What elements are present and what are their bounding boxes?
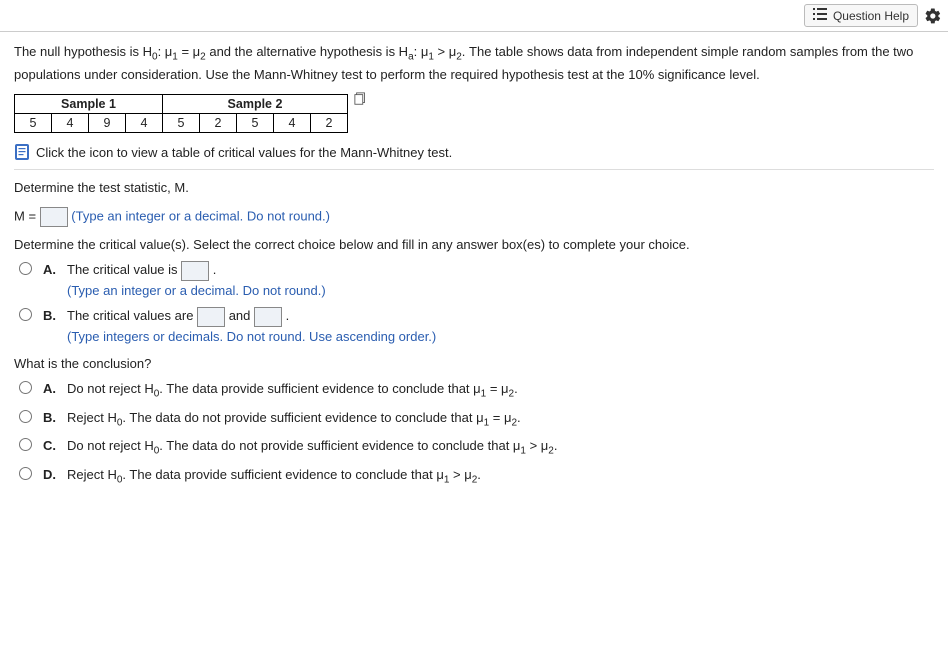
- list-icon: [813, 8, 827, 23]
- opt-text: = μ: [489, 410, 511, 425]
- opt-text: Do not reject H: [67, 381, 154, 396]
- opt-text: .: [517, 410, 521, 425]
- top-bar: Question Help: [0, 0, 948, 32]
- prompt-text: The null hypothesis is H: [14, 44, 152, 59]
- opt-hint: (Type an integer or a decimal. Do not ro…: [67, 281, 934, 301]
- reference-doc-icon[interactable]: [14, 143, 30, 161]
- conclusion-radio-d[interactable]: [19, 467, 32, 480]
- option-letter: B.: [43, 408, 59, 428]
- test-statistic-prompt: Determine the test statistic, M.: [14, 180, 934, 195]
- critval-radio-b[interactable]: [19, 308, 32, 321]
- question-help-label: Question Help: [833, 9, 909, 23]
- conclusion-section: What is the conclusion? A. Do not reject…: [14, 356, 934, 487]
- conclusion-radio-a[interactable]: [19, 381, 32, 394]
- separator: [14, 169, 934, 170]
- cell: 5: [163, 114, 200, 133]
- conclusion-option-b: B. Reject H0. The data do not provide su…: [14, 408, 934, 431]
- cell: 5: [15, 114, 52, 133]
- prompt-text: : μ: [158, 44, 173, 59]
- m-value-input[interactable]: [40, 207, 68, 227]
- critical-value-section: Determine the critical value(s). Select …: [14, 237, 934, 346]
- option-letter: A.: [43, 260, 59, 280]
- data-table-wrap: Sample 1 Sample 2 5 4 9 4 5 2 5 4 2: [14, 90, 934, 133]
- conclusion-option-a: A. Do not reject H0. The data provide su…: [14, 379, 934, 402]
- opt-text: Reject H: [67, 467, 117, 482]
- opt-text: . The data provide sufficient evidence t…: [122, 467, 443, 482]
- opt-text: > μ: [449, 467, 471, 482]
- critval-a-input[interactable]: [181, 261, 209, 281]
- opt-text: > μ: [526, 438, 548, 453]
- opt-text: . The data provide sufficient evidence t…: [159, 381, 480, 396]
- question-prompt: The null hypothesis is H0: μ1 = μ2 and t…: [14, 42, 934, 84]
- opt-text: The critical values are: [67, 308, 197, 323]
- cell: 2: [311, 114, 348, 133]
- critval-option-b: B. The critical values are and . (Type i…: [14, 306, 934, 346]
- critval-radio-a[interactable]: [19, 262, 32, 275]
- opt-text: .: [554, 438, 558, 453]
- opt-text: . The data do not provide sufficient evi…: [122, 410, 483, 425]
- question-help-button[interactable]: Question Help: [804, 4, 918, 27]
- sample2-header: Sample 2: [163, 95, 348, 114]
- prompt-text: and the alternative hypothesis is H: [206, 44, 408, 59]
- cell: 4: [274, 114, 311, 133]
- critval-b-input-1[interactable]: [197, 307, 225, 327]
- opt-text: Reject H: [67, 410, 117, 425]
- sample1-header: Sample 1: [15, 95, 163, 114]
- opt-text: and: [229, 308, 254, 323]
- option-letter: A.: [43, 379, 59, 399]
- conclusion-radio-b[interactable]: [19, 410, 32, 423]
- opt-hint: (Type integers or decimals. Do not round…: [67, 327, 934, 347]
- cell: 4: [126, 114, 163, 133]
- opt-text: = μ: [486, 381, 508, 396]
- conclusion-option-c: C. Do not reject H0. The data do not pro…: [14, 436, 934, 459]
- opt-text: .: [286, 308, 290, 323]
- reference-link-text[interactable]: Click the icon to view a table of critic…: [36, 145, 452, 160]
- critval-b-input-2[interactable]: [254, 307, 282, 327]
- m-hint: (Type an integer or a decimal. Do not ro…: [71, 209, 330, 224]
- opt-text: .: [213, 262, 217, 277]
- prompt-text: > μ: [434, 44, 456, 59]
- critval-option-a: A. The critical value is . (Type an inte…: [14, 260, 934, 300]
- cell: 5: [237, 114, 274, 133]
- option-letter: D.: [43, 465, 59, 485]
- option-letter: B.: [43, 306, 59, 326]
- cell: 9: [89, 114, 126, 133]
- sample-data-table: Sample 1 Sample 2 5 4 9 4 5 2 5 4 2: [14, 94, 348, 133]
- opt-text: . The data do not provide sufficient evi…: [159, 438, 520, 453]
- opt-text: Do not reject H: [67, 438, 154, 453]
- opt-text: .: [514, 381, 518, 396]
- option-letter: C.: [43, 436, 59, 456]
- prompt-text: : μ: [414, 44, 429, 59]
- copy-table-icon[interactable]: [354, 92, 368, 109]
- prompt-text: = μ: [178, 44, 200, 59]
- opt-text: The critical value is: [67, 262, 181, 277]
- reference-link-row: Click the icon to view a table of critic…: [14, 143, 934, 161]
- cell: 2: [200, 114, 237, 133]
- conclusion-option-d: D. Reject H0. The data provide sufficien…: [14, 465, 934, 488]
- settings-gear-icon[interactable]: [924, 7, 942, 25]
- opt-text: .: [477, 467, 481, 482]
- conclusion-prompt: What is the conclusion?: [14, 356, 934, 371]
- question-content: The null hypothesis is H0: μ1 = μ2 and t…: [0, 32, 948, 508]
- cell: 4: [52, 114, 89, 133]
- m-equals-label: M =: [14, 209, 40, 224]
- critval-prompt: Determine the critical value(s). Select …: [14, 237, 934, 252]
- conclusion-radio-c[interactable]: [19, 438, 32, 451]
- test-statistic-section: Determine the test statistic, M. M = (Ty…: [14, 180, 934, 227]
